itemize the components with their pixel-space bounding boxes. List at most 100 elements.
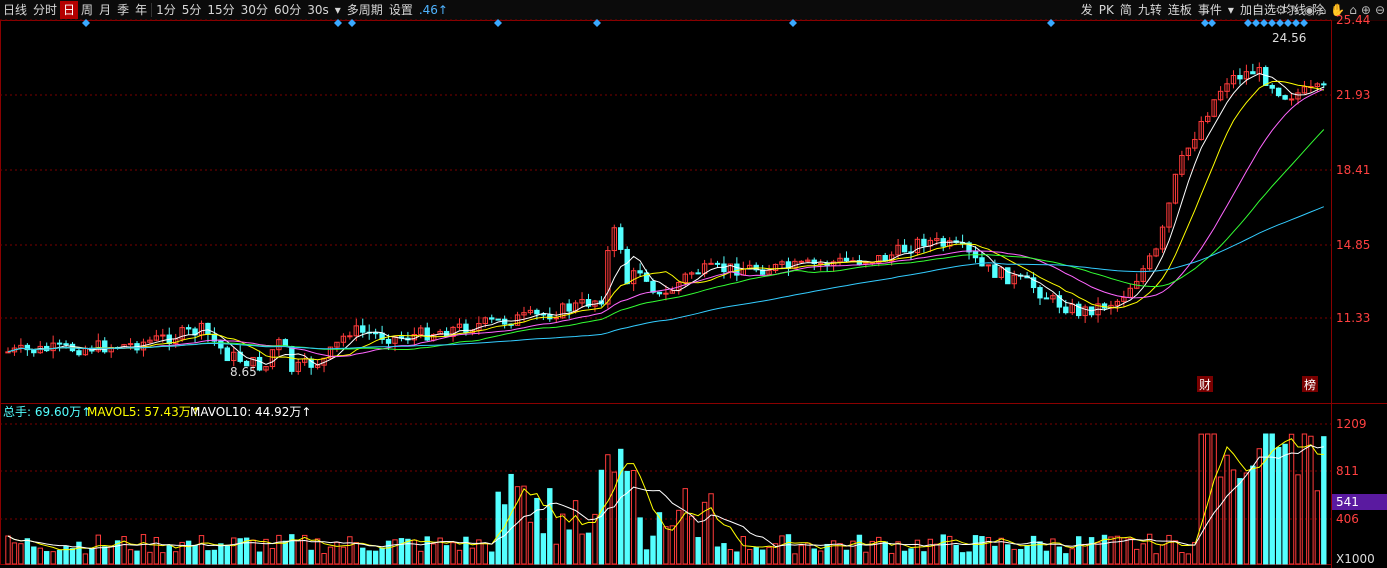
candle-body <box>495 318 501 321</box>
volume-bar <box>747 549 753 565</box>
volume-bar <box>276 534 282 565</box>
vol-ma5-line <box>7 438 1324 551</box>
candle-body <box>1282 95 1288 100</box>
volume-bar <box>818 550 824 565</box>
volume-bar <box>1005 544 1011 565</box>
price-tick-11: 11.33 <box>1336 311 1370 325</box>
candle-body <box>637 270 643 274</box>
kline-chart[interactable]: 25.44 21.93 18.41 14.85 11.33 24.56 8.65… <box>0 0 1387 568</box>
volume-bar <box>921 551 927 565</box>
max-price-label: 24.56 <box>1272 31 1306 45</box>
volume-bar <box>650 535 656 565</box>
volume-bar <box>1153 553 1159 565</box>
volume-bar <box>1159 544 1166 565</box>
volume-bar <box>463 536 469 565</box>
volume-bar <box>992 545 998 565</box>
vol-tick-406: 406 <box>1336 512 1359 526</box>
volume-bar <box>901 550 908 565</box>
volume-bar <box>211 549 218 565</box>
candle-body <box>289 346 295 372</box>
volume-bar <box>1308 435 1314 565</box>
volume-bar <box>450 542 456 565</box>
cai-marker[interactable]: 财 <box>1199 378 1211 392</box>
volume-bar <box>360 547 366 565</box>
volume-bar <box>127 549 134 565</box>
volume-bar <box>979 536 985 565</box>
vol-legend-total: 总手: 69.60万↑ <box>3 405 91 419</box>
volume-bar <box>495 491 501 565</box>
candle-body <box>1263 67 1269 86</box>
volume-bar <box>643 549 650 565</box>
volume-bar <box>1069 548 1075 565</box>
volume-bar <box>908 548 914 565</box>
candle-body <box>185 327 192 330</box>
volume-bar <box>1172 540 1179 565</box>
vol-highlight-value: 541 <box>1336 495 1359 509</box>
candle-body <box>489 317 495 320</box>
volume-bar <box>940 534 946 565</box>
volume-bar <box>134 550 140 565</box>
volume-bar <box>76 541 82 565</box>
volume-bar <box>224 545 231 565</box>
volume-bar <box>1017 548 1024 565</box>
candle-body <box>5 351 11 354</box>
volume-bar <box>1127 538 1133 565</box>
volume-bar <box>1082 543 1088 565</box>
volume-bar <box>1250 465 1256 565</box>
volume-bar <box>153 536 160 565</box>
volume-bar <box>759 549 766 565</box>
volume-bar <box>5 535 11 565</box>
volume-bar <box>895 541 901 565</box>
candle-body <box>618 227 624 250</box>
volume-bar <box>269 547 276 565</box>
candle-body <box>1101 303 1108 309</box>
volume-bar <box>418 550 424 565</box>
vol-tick-811: 811 <box>1336 464 1359 478</box>
volume-bar <box>882 541 888 565</box>
bang-marker[interactable]: 榜 <box>1304 377 1316 392</box>
volume-bar <box>637 517 643 565</box>
candle-body <box>385 338 392 344</box>
volume-bar <box>863 551 869 565</box>
volume-bar <box>456 549 463 565</box>
candle-body <box>1037 287 1043 299</box>
candle-body <box>160 334 166 337</box>
volume-bar <box>1314 490 1321 565</box>
volume-bar <box>856 534 863 565</box>
price-tick-21: 21.93 <box>1336 88 1370 102</box>
volume-bar <box>140 534 147 565</box>
volume-bar <box>108 545 114 565</box>
volume-bar <box>934 543 940 565</box>
vol-legend-ma10: MAVOL10: 44.92万↑ <box>190 405 311 419</box>
volume-bar <box>624 470 630 565</box>
volume-bar <box>1282 443 1288 565</box>
volume-bar <box>327 546 334 565</box>
candle-body <box>224 347 231 362</box>
volume-bar <box>630 469 637 565</box>
volume-bar <box>185 540 192 565</box>
volume-bar <box>708 493 714 565</box>
volume-bar <box>82 553 89 565</box>
volume-bar <box>69 548 76 565</box>
volume-bar <box>1166 534 1172 565</box>
volume-bar <box>1217 476 1224 565</box>
volume-bar <box>547 488 553 565</box>
volume-bar <box>372 550 379 565</box>
volume-bar <box>489 551 495 565</box>
volume-bar <box>1192 541 1198 565</box>
candlesticks <box>5 62 1327 375</box>
ma20-line <box>7 88 1325 358</box>
volume-bar <box>689 515 695 565</box>
candle-body <box>218 340 224 349</box>
candle-body <box>1321 83 1327 86</box>
candle-body <box>992 264 998 278</box>
volume-bar <box>482 542 489 565</box>
volume-bar <box>295 539 301 565</box>
volume-bar <box>953 544 959 565</box>
candle-body <box>650 280 656 293</box>
candle-body <box>1237 75 1243 80</box>
volume-bar <box>166 545 172 565</box>
volume-bar <box>1095 542 1101 565</box>
volume-bar <box>431 543 437 565</box>
volume-bar <box>1024 544 1030 565</box>
